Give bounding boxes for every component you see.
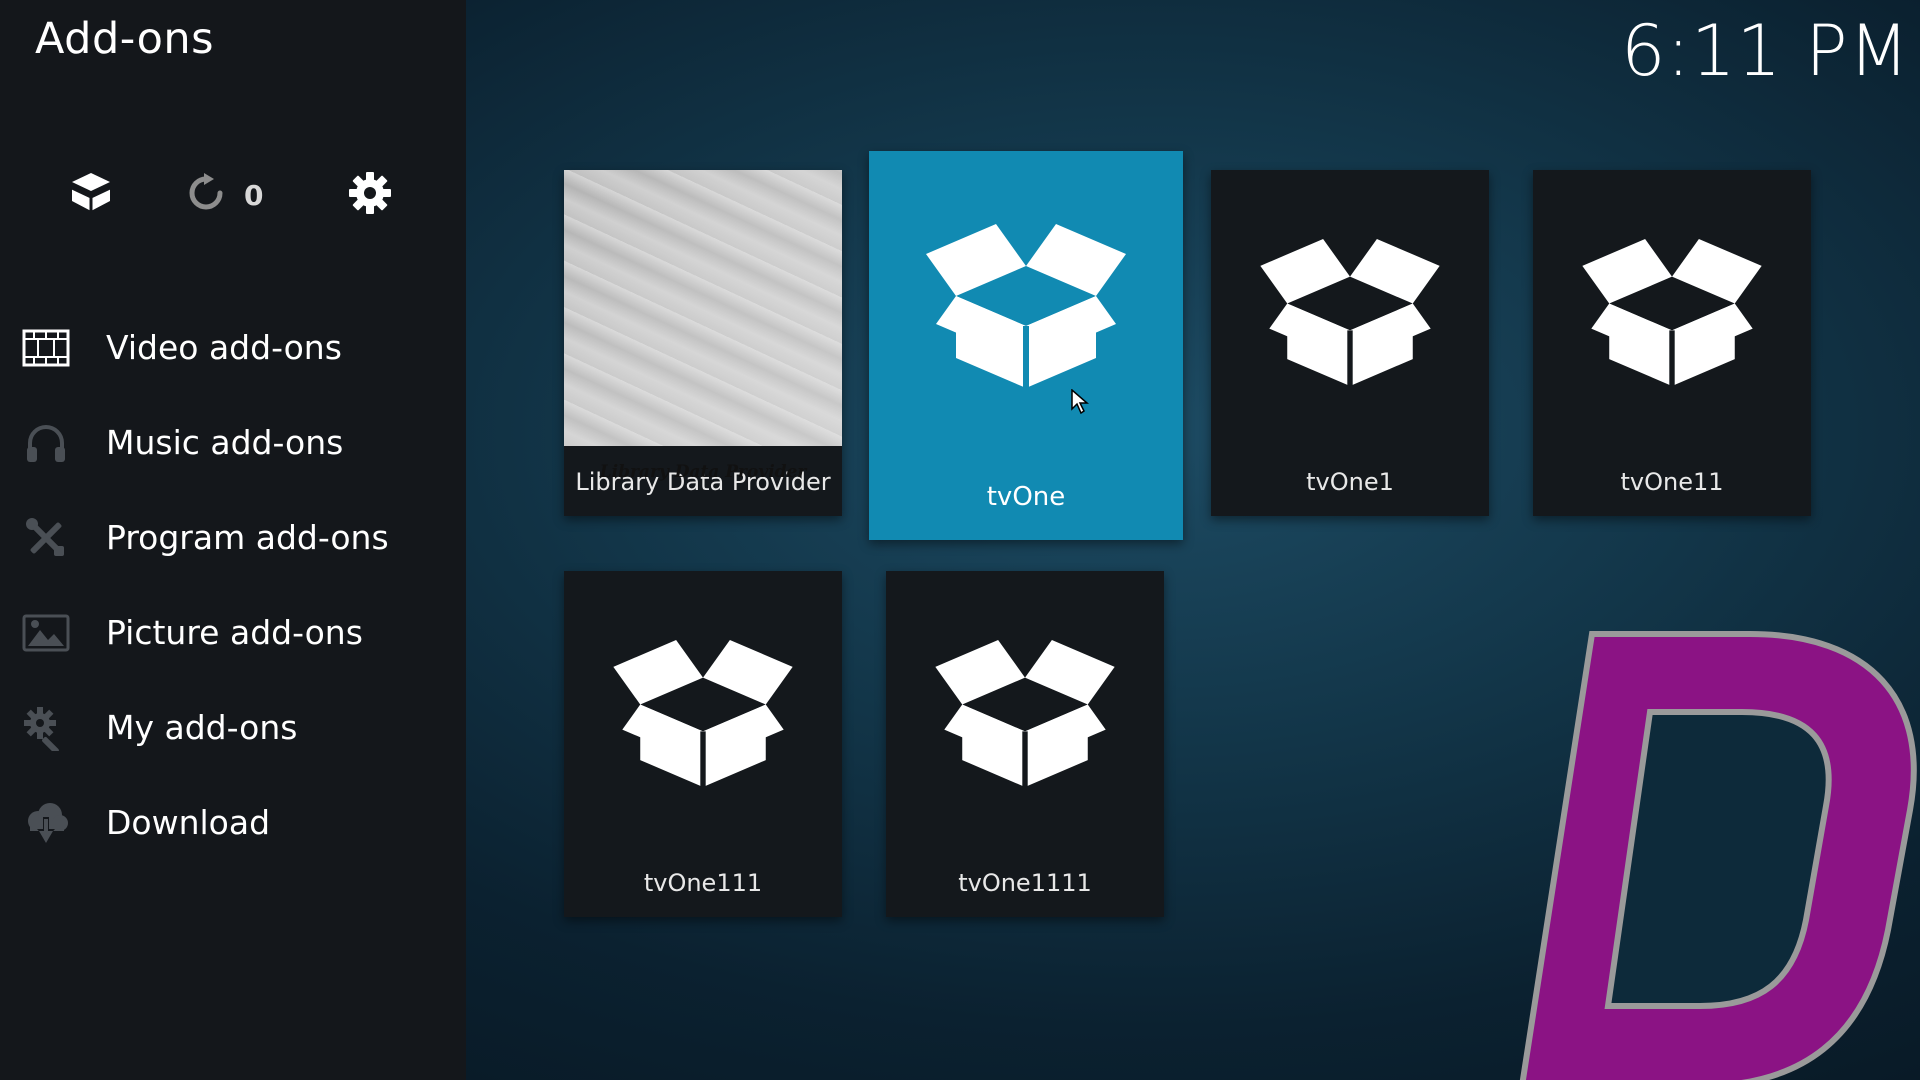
open-box-button[interactable]	[68, 170, 116, 220]
headphones-icon	[20, 417, 72, 469]
letter-d-logo	[1519, 631, 1917, 1080]
sidebar: Add-ons 0 Video add-ons Music add-ons Pr…	[0, 0, 466, 1080]
addon-art	[1211, 170, 1489, 446]
sidebar-item-label: My add-ons	[106, 708, 298, 747]
addon-tile-tvone[interactable]: tvOne	[869, 151, 1183, 540]
sidebar-item-label: Music add-ons	[106, 423, 344, 462]
sidebar-item-download[interactable]: Download	[0, 775, 466, 870]
addon-tile-label: tvOne111	[643, 869, 763, 897]
update-button[interactable]: 0	[186, 170, 286, 220]
film-strip-icon	[20, 322, 72, 374]
sidebar-item-label: Download	[106, 803, 271, 842]
clock: 6:11 PM	[1620, 10, 1910, 92]
update-count: 0	[244, 178, 264, 212]
mouse-cursor-icon	[1071, 388, 1090, 415]
page-title: Add-ons	[35, 14, 215, 64]
sidebar-menu: Video add-ons Music add-ons Program add-…	[0, 300, 466, 870]
addon-art	[886, 571, 1164, 847]
sidebar-item-label: Program add-ons	[106, 518, 389, 557]
cloud-download-icon	[20, 797, 72, 849]
addon-tile-tvone1[interactable]: tvOne1	[1211, 170, 1489, 516]
sidebar-item-label: Picture add-ons	[106, 613, 363, 652]
sidebar-item-video-addons[interactable]: Video add-ons	[0, 300, 466, 395]
gear-icon	[348, 171, 392, 219]
sidebar-item-picture-addons[interactable]: Picture add-ons	[0, 585, 466, 680]
tools-icon	[20, 512, 72, 564]
sidebar-item-music-addons[interactable]: Music add-ons	[0, 395, 466, 490]
poster-title: Library Data Provider	[599, 462, 807, 482]
addon-tile-tvone11[interactable]: tvOne11	[1533, 170, 1811, 516]
open-box-icon	[1582, 238, 1762, 386]
addon-tile-label: tvOne11	[1620, 468, 1724, 496]
open-box-icon	[613, 639, 793, 787]
addon-tile-library-data-provider[interactable]: Library Data Provider Library Data Provi…	[564, 170, 842, 516]
addon-tile-tvone111[interactable]: tvOne111	[564, 571, 842, 917]
open-box-icon	[1260, 238, 1440, 386]
sidebar-item-program-addons[interactable]: Program add-ons	[0, 490, 466, 585]
picture-icon	[20, 607, 72, 659]
open-box-icon	[926, 224, 1126, 388]
addon-art	[869, 151, 1183, 451]
sidebar-item-my-addons[interactable]: My add-ons	[0, 680, 466, 775]
addon-art	[1533, 170, 1811, 446]
open-box-icon	[935, 639, 1115, 787]
addon-art	[564, 571, 842, 847]
addon-tile-label: tvOne1	[1306, 468, 1394, 496]
refresh-icon	[186, 173, 226, 217]
addon-tile-label: tvOne1111	[958, 869, 1092, 897]
addons-window: Add-ons 0 Video add-ons Music add-ons Pr…	[0, 0, 1920, 1080]
sidebar-item-label: Video add-ons	[106, 328, 342, 367]
addon-tile-tvone1111[interactable]: tvOne1111	[886, 571, 1164, 917]
gears-icon	[20, 702, 72, 754]
watermark-logo	[1510, 630, 1920, 1080]
addon-poster	[564, 170, 842, 446]
open-box-icon	[68, 171, 114, 219]
settings-button[interactable]	[348, 170, 396, 220]
addon-tile-label: tvOne	[986, 482, 1066, 512]
